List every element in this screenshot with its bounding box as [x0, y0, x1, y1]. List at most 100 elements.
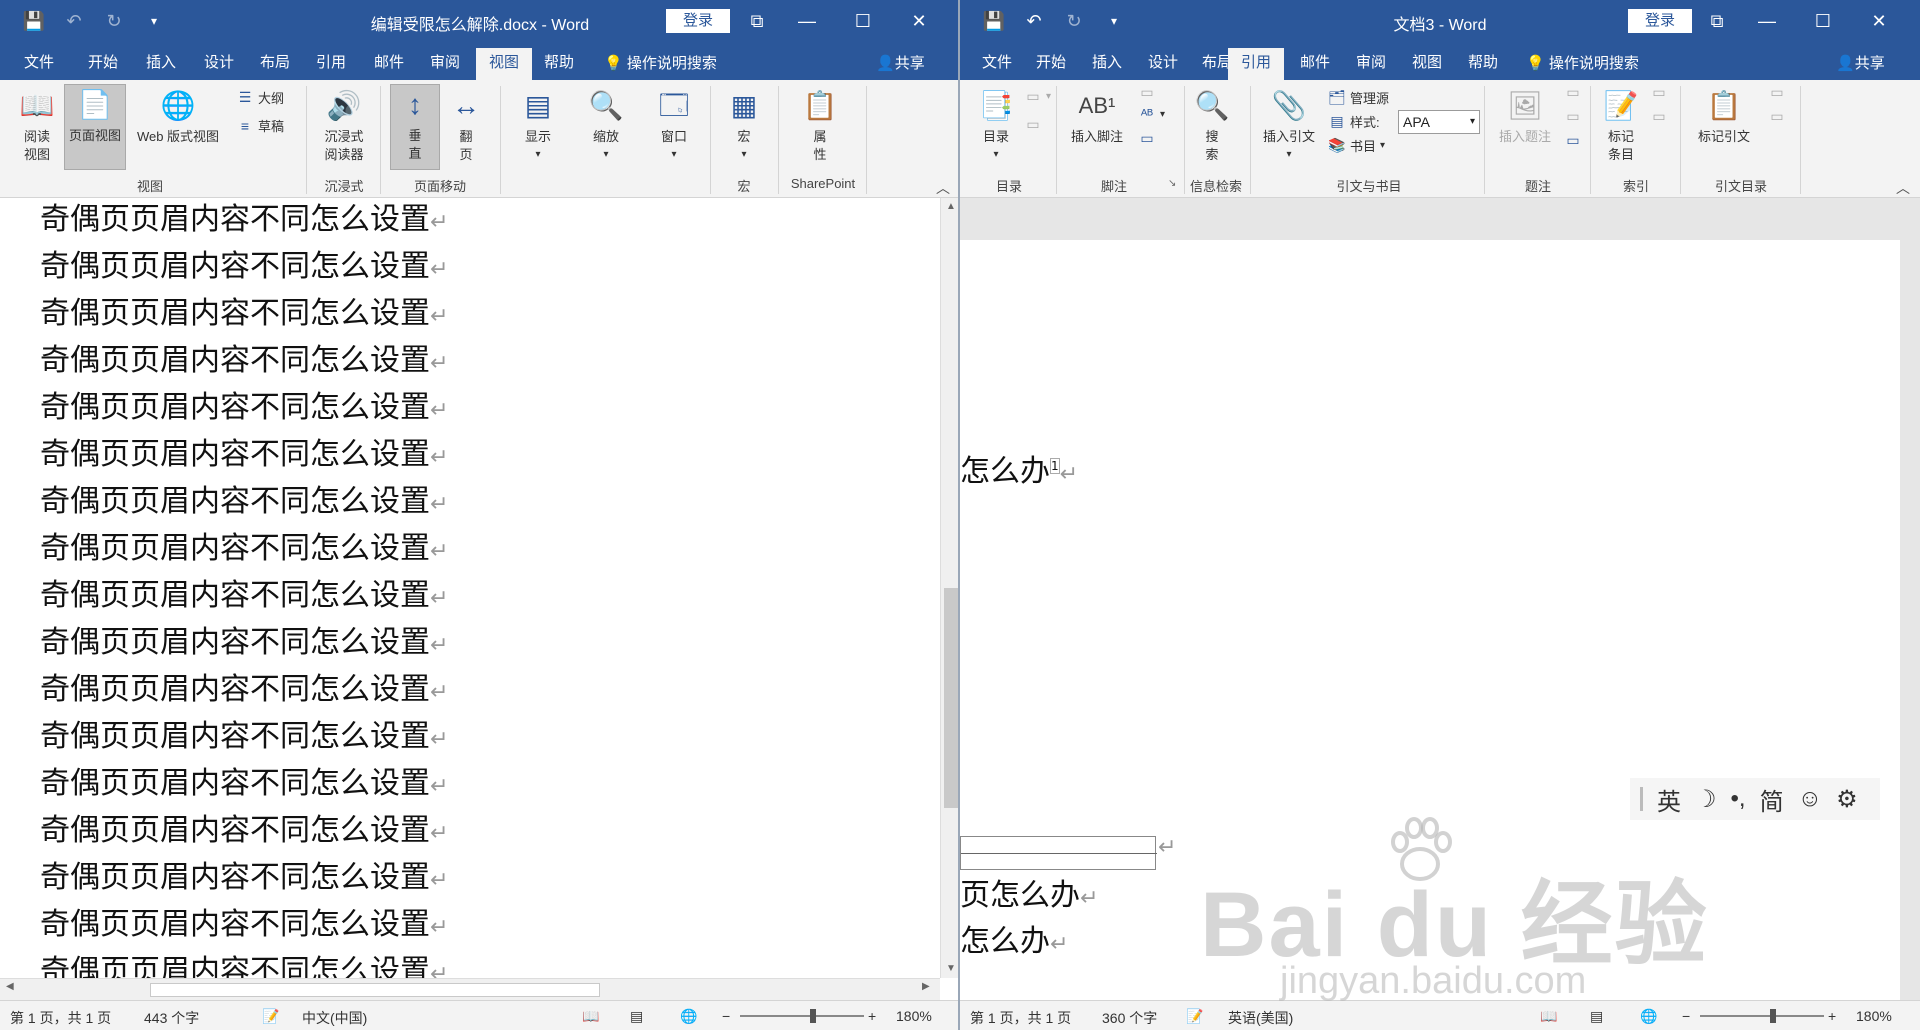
show-button[interactable]: ▤ 显示 ▾: [510, 86, 566, 164]
tab-home[interactable]: 开始: [1026, 48, 1076, 80]
properties-button[interactable]: 📋 属 性: [790, 86, 850, 164]
tab-review[interactable]: 审阅: [420, 48, 470, 80]
zoom-slider[interactable]: [1700, 1015, 1824, 1017]
ime-language-toggle[interactable]: 英: [1657, 782, 1681, 817]
language-status[interactable]: 英语(美国): [1228, 1008, 1293, 1028]
emoji-icon[interactable]: ☺: [1798, 785, 1823, 813]
read-mode-icon[interactable]: 📖: [1540, 1008, 1557, 1025]
gear-icon[interactable]: ⚙: [1836, 785, 1858, 814]
bibliography-button[interactable]: 📚 书目 ▾: [1328, 136, 1385, 155]
web-layout-button[interactable]: 🌐 Web 版式视图: [128, 86, 228, 146]
footnote-dialog-launcher-icon[interactable]: ↘: [1168, 178, 1176, 189]
read-mode-button[interactable]: 📖 阅读 视图: [12, 86, 62, 164]
tab-references[interactable]: 引用: [306, 48, 356, 80]
zoom-in-icon[interactable]: +: [868, 1008, 876, 1024]
close-icon[interactable]: ✕: [1862, 6, 1896, 36]
citation-style-dropdown[interactable]: APA ▾: [1398, 110, 1480, 134]
immersive-reader-button[interactable]: 🔊 沉浸式 阅读器: [314, 86, 374, 164]
insert-footnote-button[interactable]: AB¹ 插入脚注: [1064, 86, 1130, 146]
word-count[interactable]: 360 个字: [1102, 1008, 1157, 1028]
print-layout-button[interactable]: 📄 页面视图: [64, 84, 126, 170]
outline-button[interactable]: ☰ 大纲: [236, 88, 284, 107]
update-figures-button[interactable]: ▭: [1564, 108, 1582, 125]
zoom-level[interactable]: 180%: [896, 1008, 932, 1024]
maximize-icon[interactable]: ☐: [846, 6, 880, 36]
insert-caption-button[interactable]: 🖼 插入题注: [1490, 86, 1560, 146]
tab-help[interactable]: 帮助: [1458, 48, 1508, 80]
close-icon[interactable]: ✕: [902, 6, 936, 36]
cross-reference-button[interactable]: ▭: [1564, 132, 1582, 149]
collapse-ribbon-icon[interactable]: ︿: [936, 178, 950, 198]
manage-sources-button[interactable]: 🗂 管理源: [1328, 88, 1389, 107]
web-layout-icon[interactable]: 🌐: [680, 1008, 697, 1025]
zoom-out-icon[interactable]: −: [722, 1008, 730, 1024]
zoom-in-icon[interactable]: +: [1828, 1008, 1836, 1024]
tab-insert[interactable]: 插入: [136, 48, 186, 80]
tab-home[interactable]: 开始: [78, 48, 128, 80]
insert-toa-button[interactable]: ▭: [1768, 84, 1786, 101]
horizontal-scrollbar[interactable]: ◀ ▶: [0, 978, 940, 1000]
mark-citation-button[interactable]: 📋 标记引文: [1686, 86, 1762, 146]
ribbon-display-icon[interactable]: ⧉: [1700, 6, 1734, 36]
scroll-right-icon[interactable]: ▶: [922, 981, 930, 992]
share-button[interactable]: 👤共享: [1836, 52, 1885, 73]
page-count[interactable]: 第 1 页，共 1 页: [970, 1008, 1071, 1028]
read-mode-icon[interactable]: 📖: [582, 1008, 599, 1025]
ribbon-display-icon[interactable]: ⧉: [740, 6, 774, 36]
proofing-icon[interactable]: 📝: [262, 1008, 279, 1025]
macros-button[interactable]: ▦ 宏 ▾: [716, 86, 772, 164]
login-button[interactable]: 登录: [666, 9, 730, 33]
zoom-level[interactable]: 180%: [1856, 1008, 1892, 1024]
vertical-scrollbar[interactable]: ▲ ▼: [940, 198, 960, 978]
tab-file[interactable]: 文件: [14, 48, 64, 80]
scroll-left-icon[interactable]: ◀: [6, 981, 14, 992]
tab-design[interactable]: 设计: [1138, 48, 1188, 80]
minimize-icon[interactable]: —: [1750, 6, 1784, 36]
zoom-slider-thumb[interactable]: [810, 1009, 816, 1023]
mark-entry-button[interactable]: 📝 标记 条目: [1596, 86, 1646, 164]
minimize-icon[interactable]: —: [790, 6, 824, 36]
tab-mailings[interactable]: 邮件: [1290, 48, 1340, 80]
ime-drag-handle[interactable]: [1640, 787, 1643, 811]
zoom-slider-thumb[interactable]: [1770, 1009, 1776, 1023]
maximize-icon[interactable]: ☐: [1806, 6, 1840, 36]
update-index-button[interactable]: ▭: [1650, 108, 1668, 125]
word-count[interactable]: 443 个字: [144, 1008, 199, 1028]
tell-me-search[interactable]: 💡 操作说明搜索: [604, 52, 717, 73]
insert-table-of-figures-button[interactable]: ▭: [1564, 84, 1582, 101]
insert-endnote-button[interactable]: ▭: [1138, 84, 1156, 101]
share-button[interactable]: 👤共享: [876, 52, 925, 73]
update-table-button[interactable]: ▭: [1024, 116, 1042, 133]
side-to-side-button[interactable]: ↔ 翻 页: [444, 86, 488, 164]
punctuation-icon[interactable]: •,: [1731, 785, 1746, 813]
update-toa-button[interactable]: ▭: [1768, 108, 1786, 125]
add-text-button[interactable]: ▭ ▾: [1024, 88, 1051, 105]
insert-citation-button[interactable]: 📎 插入引文 ▾: [1256, 86, 1322, 164]
draft-button[interactable]: ≡ 草稿: [236, 116, 284, 135]
tab-insert[interactable]: 插入: [1082, 48, 1132, 80]
moon-icon[interactable]: ☽: [1695, 785, 1717, 814]
zoom-button[interactable]: 🔍 缩放 ▾: [578, 86, 634, 164]
tab-references[interactable]: 引用: [1228, 48, 1284, 80]
next-footnote-button[interactable]: ᴬᴮ ▾: [1138, 106, 1165, 122]
collapse-ribbon-icon[interactable]: ︿: [1896, 178, 1910, 198]
toc-button[interactable]: 📑 目录 ▾: [974, 86, 1018, 164]
window-button[interactable]: 🗔 窗口 ▾: [646, 86, 702, 164]
zoom-out-icon[interactable]: −: [1682, 1008, 1690, 1024]
web-layout-icon[interactable]: 🌐: [1640, 1008, 1657, 1025]
zoom-slider[interactable]: [740, 1015, 864, 1017]
vertical-button[interactable]: ↕ 垂 直: [390, 84, 440, 170]
tab-review[interactable]: 审阅: [1346, 48, 1396, 80]
insert-index-button[interactable]: ▭: [1650, 84, 1668, 101]
show-notes-button[interactable]: ▭: [1138, 130, 1156, 147]
scroll-thumb[interactable]: [150, 983, 600, 997]
tab-layout[interactable]: 布局: [250, 48, 300, 80]
tab-mailings[interactable]: 邮件: [364, 48, 414, 80]
login-button[interactable]: 登录: [1628, 9, 1692, 33]
print-layout-icon[interactable]: ▤: [1590, 1008, 1603, 1025]
tab-design[interactable]: 设计: [194, 48, 244, 80]
tab-help[interactable]: 帮助: [534, 48, 584, 80]
ime-simplified-toggle[interactable]: 简: [1760, 782, 1784, 817]
tab-view[interactable]: 视图: [476, 48, 532, 80]
page-count[interactable]: 第 1 页，共 1 页: [10, 1008, 111, 1028]
